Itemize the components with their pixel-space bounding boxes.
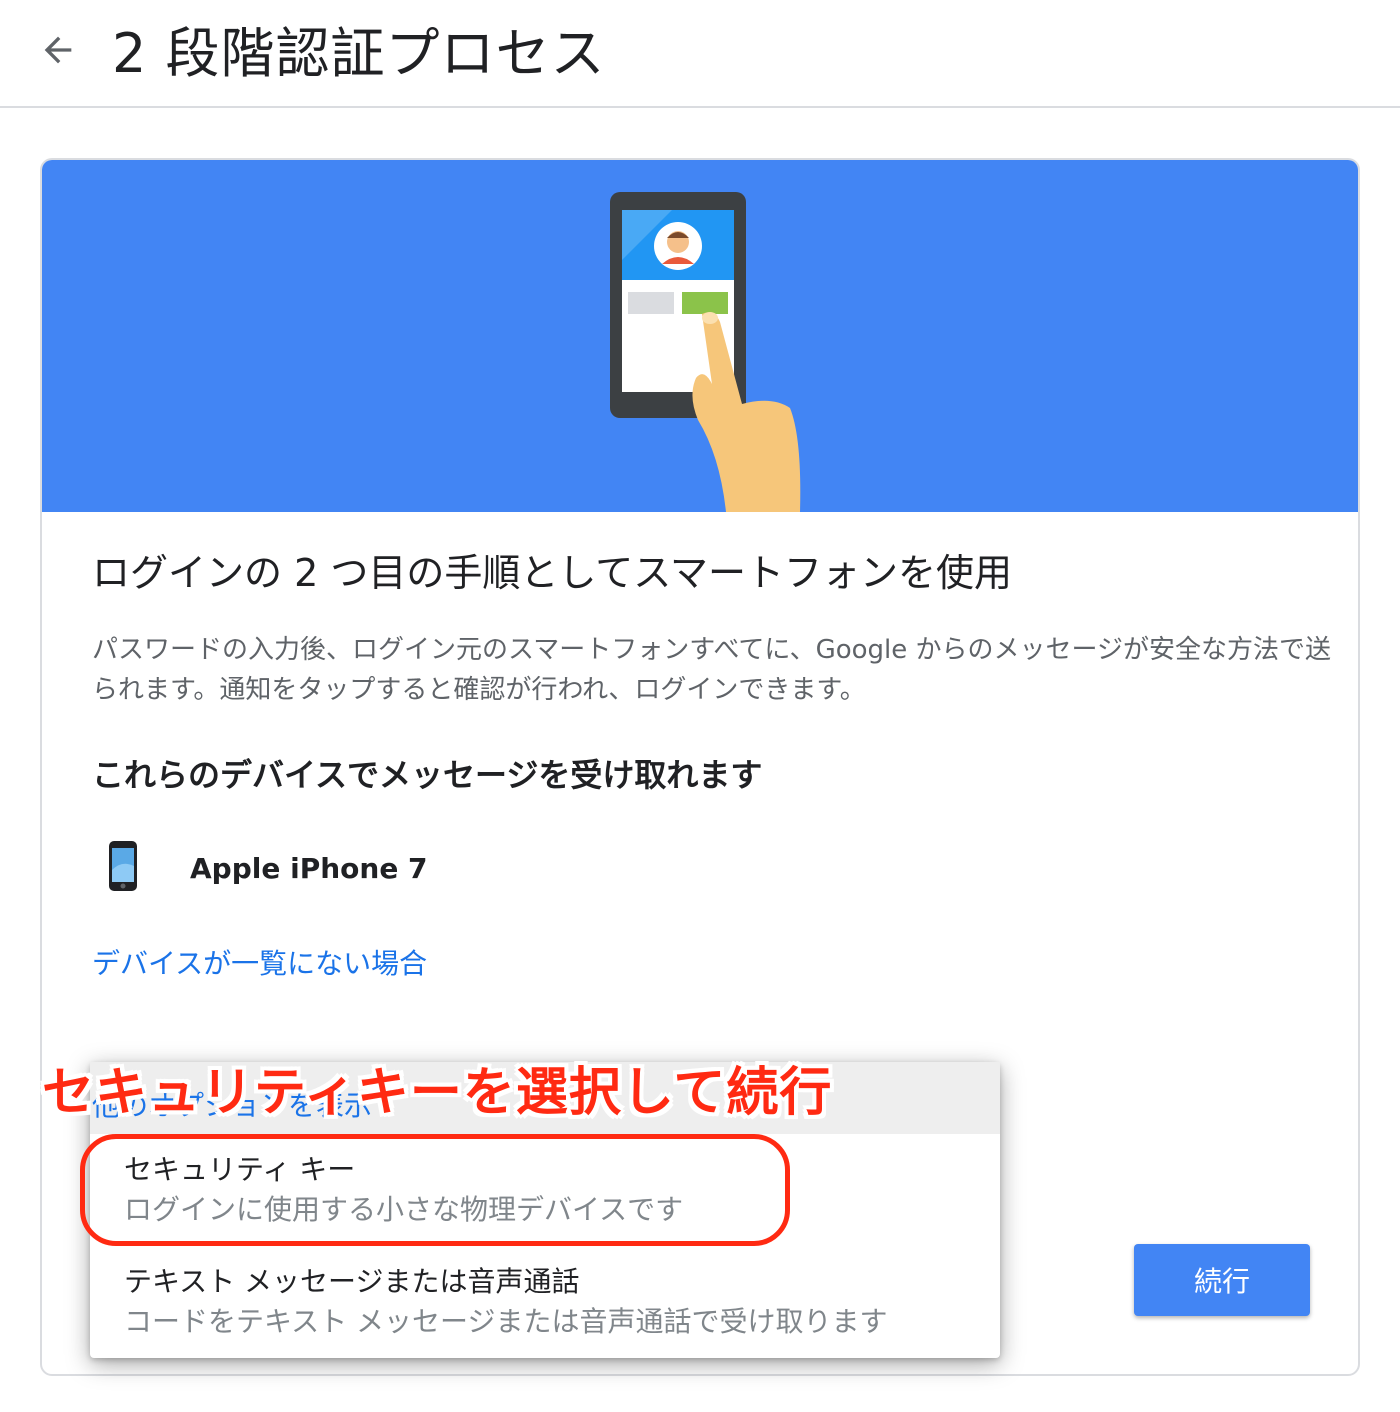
devices-heading: これらのデバイスでメッセージを受け取れます (92, 756, 763, 794)
option-sms-or-call[interactable]: テキスト メッセージまたは音声通話 コードをテキスト メッセージまたは音声通話で… (90, 1262, 1000, 1374)
annotation-caption: セキュリティキーを選択して続行 (42, 1063, 833, 1123)
option-title: テキスト メッセージまたは音声通話 (124, 1265, 580, 1298)
phone-tap-illustration (610, 192, 801, 512)
continue-button[interactable]: 続行 (1134, 1244, 1310, 1316)
hero-banner (42, 160, 1358, 512)
section-headline: ログインの 2 つ目の手順としてスマートフォンを使用 (92, 551, 1013, 595)
device-name: Apple iPhone 7 (190, 851, 428, 885)
smartphone-icon (108, 840, 138, 896)
arrow-back-icon (38, 30, 78, 74)
device-row: Apple iPhone 7 (108, 840, 428, 896)
page-title: 2 段階認証プロセス (112, 22, 606, 85)
back-button[interactable] (36, 30, 80, 74)
top-bar: 2 段階認証プロセス (0, 0, 1400, 108)
option-description: コードをテキスト メッセージまたは音声通話で受け取ります (124, 1305, 888, 1338)
device-not-listed-link[interactable]: デバイスが一覧にない場合 (92, 942, 427, 982)
section-description: パスワードの入力後、ログイン元のスマートフォンすべてに、Google からのメッ… (92, 635, 1332, 705)
highlight-outline (80, 1134, 790, 1246)
